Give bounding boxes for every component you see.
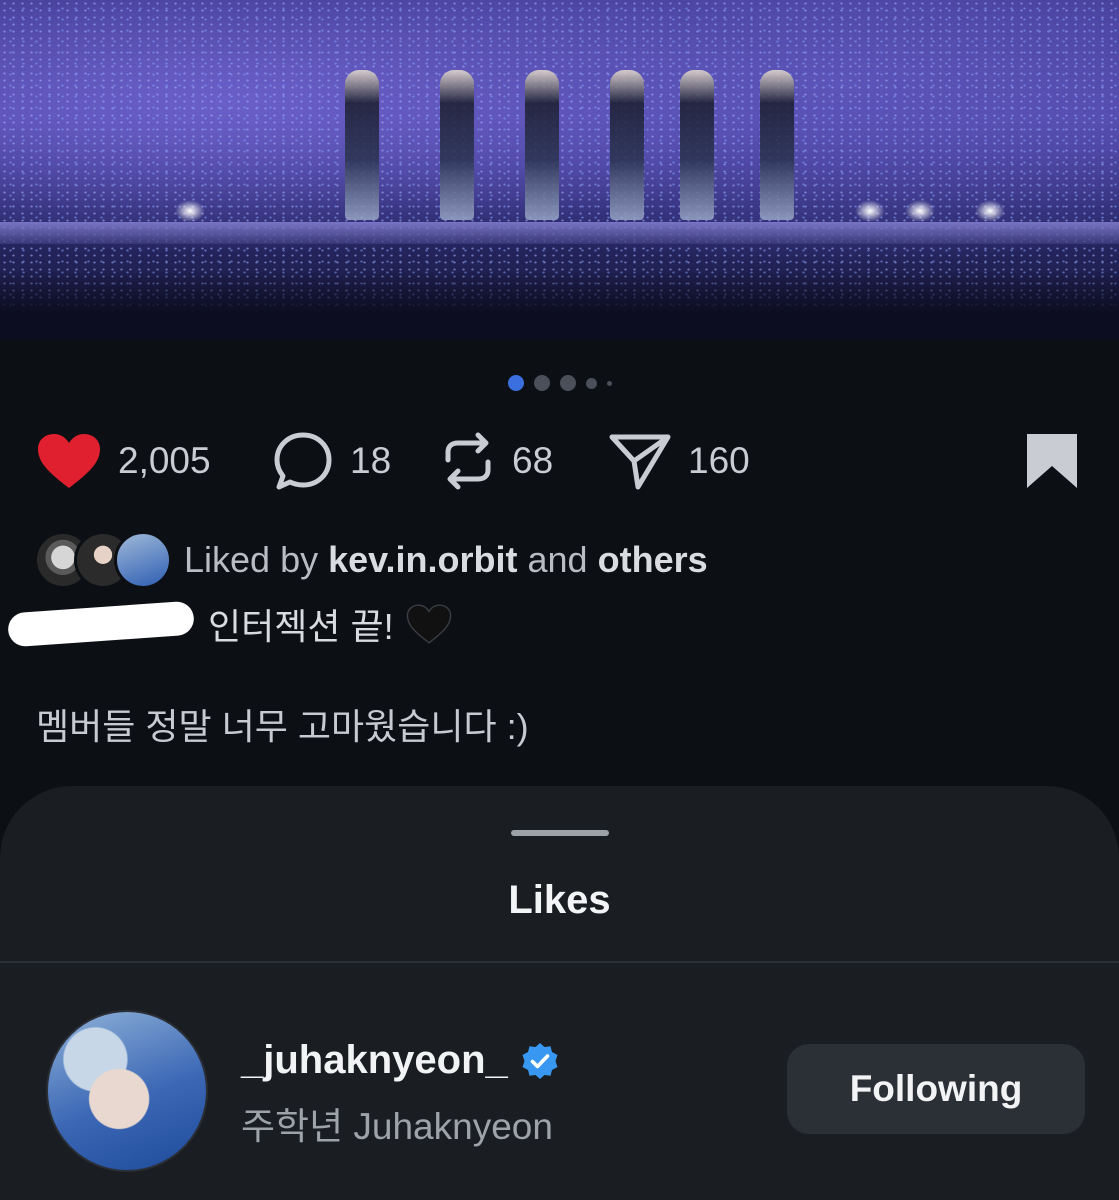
liked-by-user[interactable]: kev.in.orbit bbox=[328, 539, 517, 580]
comment-icon bbox=[274, 432, 332, 490]
username-text: _juhaknyeon_ bbox=[241, 1038, 508, 1082]
liker-avatar bbox=[114, 531, 172, 589]
carousel-dot[interactable] bbox=[585, 377, 597, 389]
performer bbox=[610, 70, 644, 220]
redacted-username bbox=[7, 600, 195, 648]
caption-line-1: 인터젝션 끝! bbox=[7, 598, 452, 650]
like-count: 2,005 bbox=[118, 440, 211, 481]
comment-button[interactable]: 18 bbox=[272, 430, 391, 492]
carousel-dot[interactable] bbox=[559, 375, 576, 391]
stage-light bbox=[975, 200, 1005, 222]
likes-sheet: Likes _juhaknyeon_ 주학년 Juhaknyeon Follow… bbox=[0, 786, 1119, 1200]
carousel-dot[interactable] bbox=[533, 375, 550, 391]
bookmark-icon bbox=[1027, 434, 1077, 488]
performer bbox=[345, 70, 379, 220]
share-button[interactable]: 160 bbox=[608, 430, 750, 492]
repost-count: 68 bbox=[512, 440, 554, 481]
like-button[interactable]: 2,005 bbox=[36, 430, 211, 492]
carousel-indicator bbox=[0, 375, 1119, 391]
share-icon bbox=[609, 434, 671, 490]
performer bbox=[525, 70, 559, 220]
liked-by-text: Liked by kev.in.orbit and others bbox=[184, 539, 708, 581]
action-bar: 2,005 18 68 160 bbox=[36, 430, 1079, 492]
carousel-dot-active[interactable] bbox=[507, 375, 524, 391]
crowd bbox=[0, 270, 1119, 340]
repost-button[interactable]: 68 bbox=[440, 430, 553, 492]
black-heart-icon bbox=[406, 604, 451, 644]
post-photo[interactable] bbox=[0, 0, 1119, 340]
stage-light bbox=[855, 200, 885, 222]
heart-icon bbox=[38, 434, 100, 488]
username[interactable]: _juhaknyeon_ bbox=[241, 1038, 560, 1083]
performer bbox=[680, 70, 714, 220]
bookmark-button[interactable] bbox=[1025, 432, 1079, 495]
divider bbox=[0, 961, 1119, 963]
performer bbox=[760, 70, 794, 220]
liked-by-row[interactable]: Liked by kev.in.orbit and others bbox=[34, 530, 708, 590]
full-name: 주학년 Juhaknyeon bbox=[241, 1106, 553, 1147]
following-button[interactable]: Following bbox=[787, 1044, 1085, 1134]
liked-by-others[interactable]: others bbox=[598, 539, 708, 580]
sheet-title: Likes bbox=[508, 878, 611, 922]
comment-count: 18 bbox=[350, 440, 392, 481]
verified-badge-icon bbox=[522, 1042, 558, 1079]
liked-by-and: and bbox=[527, 539, 588, 580]
carousel-dot[interactable] bbox=[606, 380, 612, 386]
sheet-drag-handle[interactable] bbox=[511, 830, 609, 836]
caption-line-2: 멤버들 정말 너무 고마웠습니다 :) bbox=[36, 706, 529, 747]
repost-icon bbox=[445, 432, 491, 490]
caption-text: 인터젝션 끝! bbox=[208, 606, 394, 647]
liked-by-prefix: Liked by bbox=[184, 539, 319, 580]
stage-light bbox=[905, 200, 935, 222]
share-count: 160 bbox=[688, 440, 750, 481]
stage bbox=[0, 222, 1119, 244]
stage-light bbox=[175, 200, 205, 222]
list-item[interactable]: _juhaknyeon_ 주학년 Juhaknyeon Following bbox=[46, 1008, 1085, 1172]
avatar[interactable] bbox=[46, 1010, 208, 1172]
performer bbox=[440, 70, 474, 220]
